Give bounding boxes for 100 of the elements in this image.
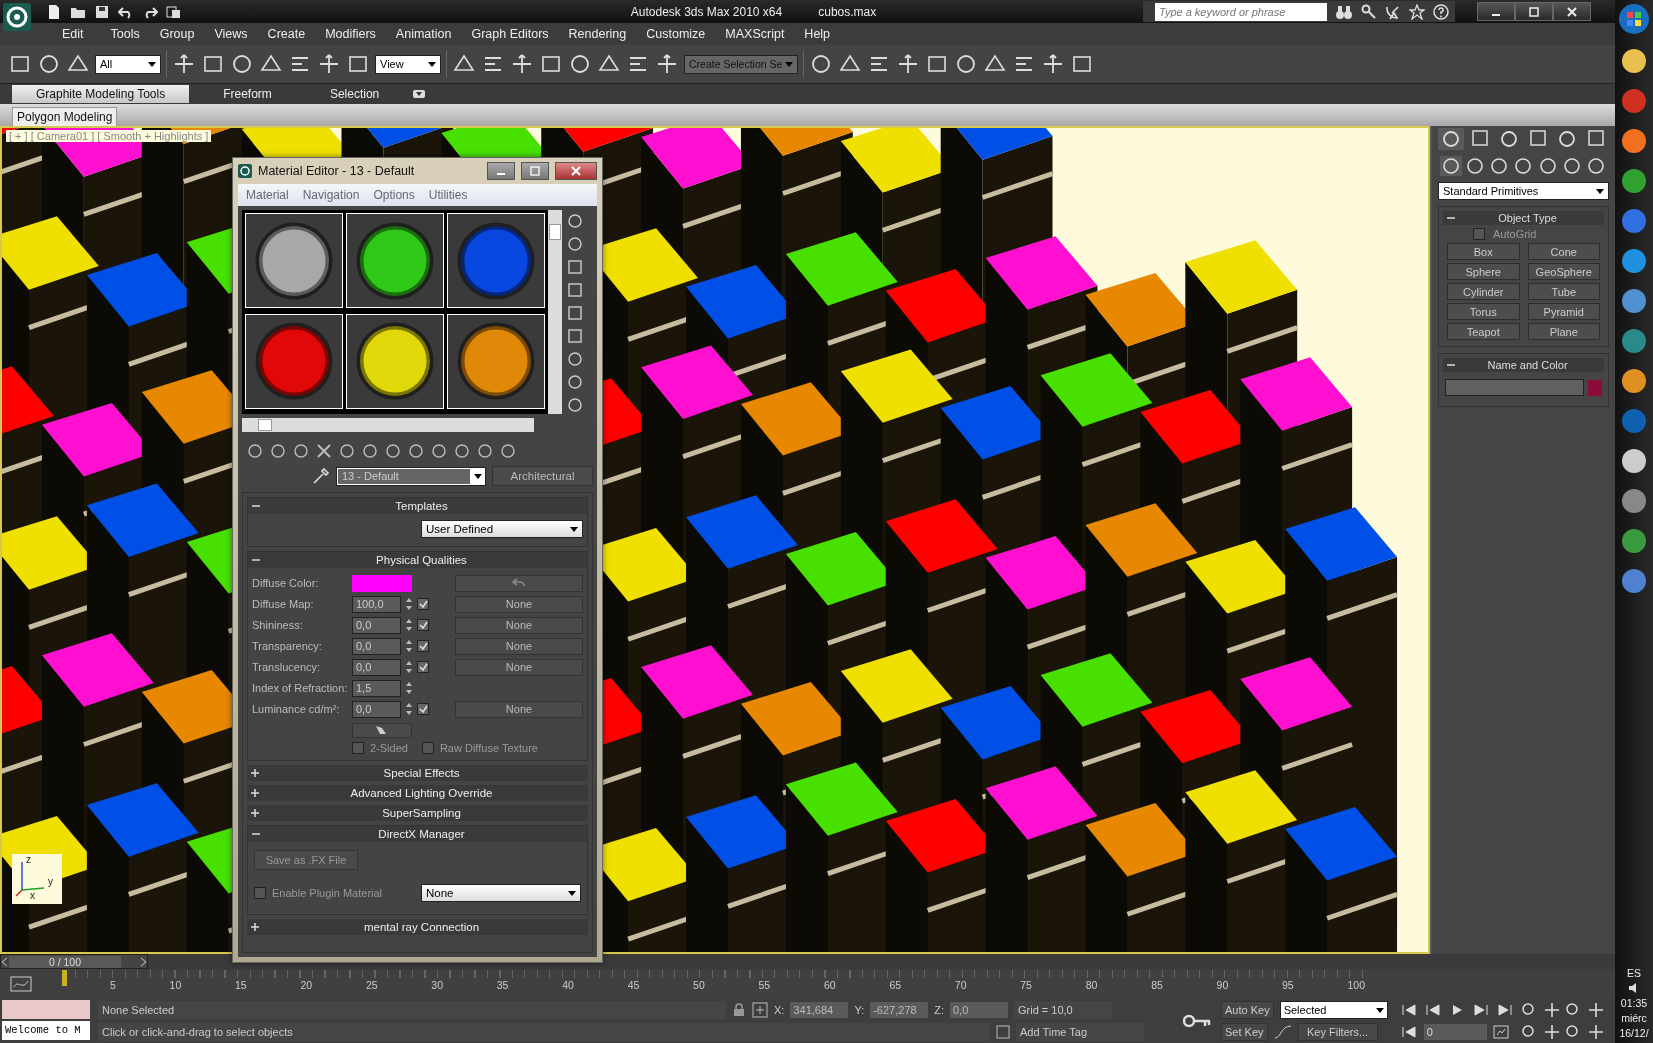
parameter-label: Index of Refraction: bbox=[252, 682, 348, 694]
coordinate-label: Z: bbox=[934, 1004, 944, 1016]
material-name-field[interactable]: 13 - Default bbox=[336, 466, 486, 486]
frame-tick-label: 5 bbox=[110, 979, 116, 991]
menu-item[interactable]: Animation bbox=[385, 27, 462, 41]
rollout-header[interactable]: Object Type bbox=[1443, 211, 1604, 225]
key-mode-dropdown[interactable]: Selected bbox=[1279, 1001, 1388, 1019]
key-filters-button[interactable]: Key Filters... bbox=[1297, 1023, 1378, 1041]
grid-size-status: Grid = 10,0 bbox=[1014, 1001, 1112, 1019]
selection-filter-dropdown[interactable]: All bbox=[95, 54, 161, 74]
viewport-label[interactable]: [ + ] [ Camera01 ] [ Smooth + Highlights ] bbox=[6, 130, 212, 142]
parameter-label: Diffuse Map: bbox=[252, 598, 315, 610]
plugin-material-dropdown[interactable]: None bbox=[421, 884, 581, 902]
language-indicator[interactable]: ES bbox=[1627, 967, 1641, 979]
primitive-button[interactable]: Box bbox=[1447, 243, 1520, 260]
spinner-field[interactable]: 0,0 bbox=[352, 616, 401, 634]
coordinate-field[interactable]: 341,684 bbox=[790, 1002, 849, 1018]
rollout-header[interactable]: Templates bbox=[248, 498, 587, 514]
primitive-button[interactable]: Sphere bbox=[1447, 263, 1520, 280]
menu-item[interactable]: Navigation bbox=[302, 188, 360, 202]
ribbon-tab[interactable]: Graphite Modeling Tools bbox=[12, 85, 190, 103]
frame-tick-label: 40 bbox=[562, 979, 574, 991]
rollout-header[interactable]: Name and Color bbox=[1443, 358, 1604, 372]
material-type-button[interactable]: Architectural bbox=[492, 466, 593, 486]
option-label: 2-Sided bbox=[370, 742, 408, 754]
frame-tick-label: 70 bbox=[954, 979, 967, 991]
maxscript-listener-output[interactable]: Welcome to M bbox=[2, 1021, 90, 1040]
clock-time[interactable]: 01:35 bbox=[1620, 997, 1648, 1009]
map-button[interactable]: None bbox=[455, 595, 583, 613]
add-time-tag[interactable]: Add Time Tag bbox=[1016, 1023, 1144, 1041]
application-title: Autodesk 3ds Max 2010 x64 bbox=[630, 4, 783, 19]
menu-item[interactable]: Tools bbox=[100, 27, 150, 41]
clock-date[interactable]: 16/12/ bbox=[1619, 1027, 1649, 1039]
menu-item[interactable]: Create bbox=[257, 27, 316, 41]
menu-item[interactable]: Help bbox=[794, 27, 841, 41]
menu-item[interactable]: Group bbox=[149, 27, 205, 41]
frame-tick-label: 85 bbox=[1151, 979, 1163, 991]
frame-tick-label: 25 bbox=[365, 979, 378, 991]
spinner-field[interactable]: 0,0 bbox=[352, 700, 401, 718]
menu-item[interactable]: Modifiers bbox=[315, 27, 386, 41]
rollout-header[interactable]: Physical Qualities bbox=[248, 552, 587, 568]
menu-item[interactable]: Material bbox=[246, 188, 289, 202]
spinner-field[interactable]: 100,0 bbox=[352, 595, 401, 613]
named-selection-dropdown[interactable]: Create Selection Se bbox=[684, 54, 798, 74]
current-frame-field[interactable]: 0 bbox=[1423, 1024, 1487, 1040]
frame-position-bar[interactable]: 0 / 100 bbox=[0, 954, 148, 969]
auto-key-button[interactable]: Auto Key bbox=[1221, 1001, 1274, 1019]
set-key-button[interactable]: Set Key bbox=[1221, 1023, 1268, 1041]
ribbon-tab[interactable]: Selection bbox=[305, 85, 404, 103]
map-button[interactable]: None bbox=[455, 637, 583, 655]
map-button[interactable]: None bbox=[455, 658, 583, 676]
frame-tick-label: 65 bbox=[889, 979, 902, 991]
save-fx-file-button[interactable]: Save as .FX File bbox=[254, 850, 358, 870]
rollout-header[interactable]: Advanced Lighting Override bbox=[247, 785, 588, 801]
rollout-header[interactable]: DirectX Manager bbox=[248, 826, 587, 842]
frame-tick-label: 80 bbox=[1085, 979, 1098, 991]
frame-tick-label: 45 bbox=[627, 979, 640, 991]
template-dropdown[interactable]: User Defined bbox=[421, 520, 583, 538]
primitive-button[interactable]: GeoSphere bbox=[1527, 263, 1600, 280]
spinner-field[interactable]: 0,0 bbox=[352, 658, 401, 676]
coordinate-field[interactable]: 0,0 bbox=[950, 1002, 1008, 1018]
frame-tick-label: 20 bbox=[300, 979, 313, 991]
ribbon-panel-tab[interactable]: Polygon Modeling bbox=[12, 107, 118, 126]
rollout-header[interactable]: Special Effects bbox=[247, 765, 588, 781]
parameter-label: Luminance cd/m²: bbox=[252, 703, 341, 715]
primitive-button[interactable]: Pyramid bbox=[1527, 303, 1600, 320]
primitive-button[interactable]: Torus bbox=[1447, 303, 1520, 320]
spinner-field[interactable]: 1,5 bbox=[352, 679, 401, 697]
coordinate-label: X: bbox=[774, 1004, 785, 1016]
frame-tick-label: 90 bbox=[1216, 979, 1229, 991]
option-label: Raw Diffuse Texture bbox=[439, 742, 538, 754]
parameter-label: Transparency: bbox=[252, 640, 323, 652]
map-button[interactable]: None bbox=[455, 616, 583, 634]
clock-day[interactable]: miérc bbox=[1621, 1012, 1647, 1024]
frame-tick-label: 75 bbox=[1020, 979, 1032, 991]
primitive-button[interactable]: Cone bbox=[1527, 243, 1600, 260]
map-button[interactable]: None bbox=[455, 700, 583, 718]
primitive-button[interactable]: Plane bbox=[1527, 323, 1600, 340]
menu-item[interactable]: Edit bbox=[52, 27, 101, 41]
primitive-button[interactable]: Teapot bbox=[1447, 323, 1520, 340]
window-title: Material Editor - 13 - Default bbox=[258, 164, 416, 178]
primitive-button[interactable]: Tube bbox=[1527, 283, 1600, 300]
menu-item[interactable]: Utilities bbox=[428, 188, 468, 202]
coordinate-label: Y: bbox=[854, 1004, 865, 1016]
ribbon-tab[interactable]: Freeform bbox=[199, 85, 296, 103]
menu-item[interactable]: Options bbox=[373, 188, 415, 202]
spinner-field[interactable]: 0,0 bbox=[352, 637, 401, 655]
category-dropdown[interactable]: Standard Primitives bbox=[1438, 182, 1609, 200]
frame-tick-label: 35 bbox=[496, 979, 509, 991]
reference-coordinate-dropdown[interactable]: View bbox=[375, 54, 441, 74]
primitive-button[interactable]: Cylinder bbox=[1447, 283, 1520, 300]
coordinate-field[interactable]: -627,278 bbox=[870, 1002, 929, 1018]
rollout-header[interactable]: mental ray Connection bbox=[247, 919, 588, 935]
menu-item[interactable]: Rendering bbox=[558, 27, 637, 41]
menu-item[interactable]: MAXScript bbox=[715, 27, 795, 41]
autogrid-label: AutoGrid bbox=[1493, 228, 1537, 240]
menu-item[interactable]: Views bbox=[204, 27, 258, 41]
menu-item[interactable]: Customize bbox=[636, 27, 716, 41]
rollout-header[interactable]: SuperSampling bbox=[247, 805, 588, 821]
menu-item[interactable]: Graph Editors bbox=[461, 27, 559, 41]
